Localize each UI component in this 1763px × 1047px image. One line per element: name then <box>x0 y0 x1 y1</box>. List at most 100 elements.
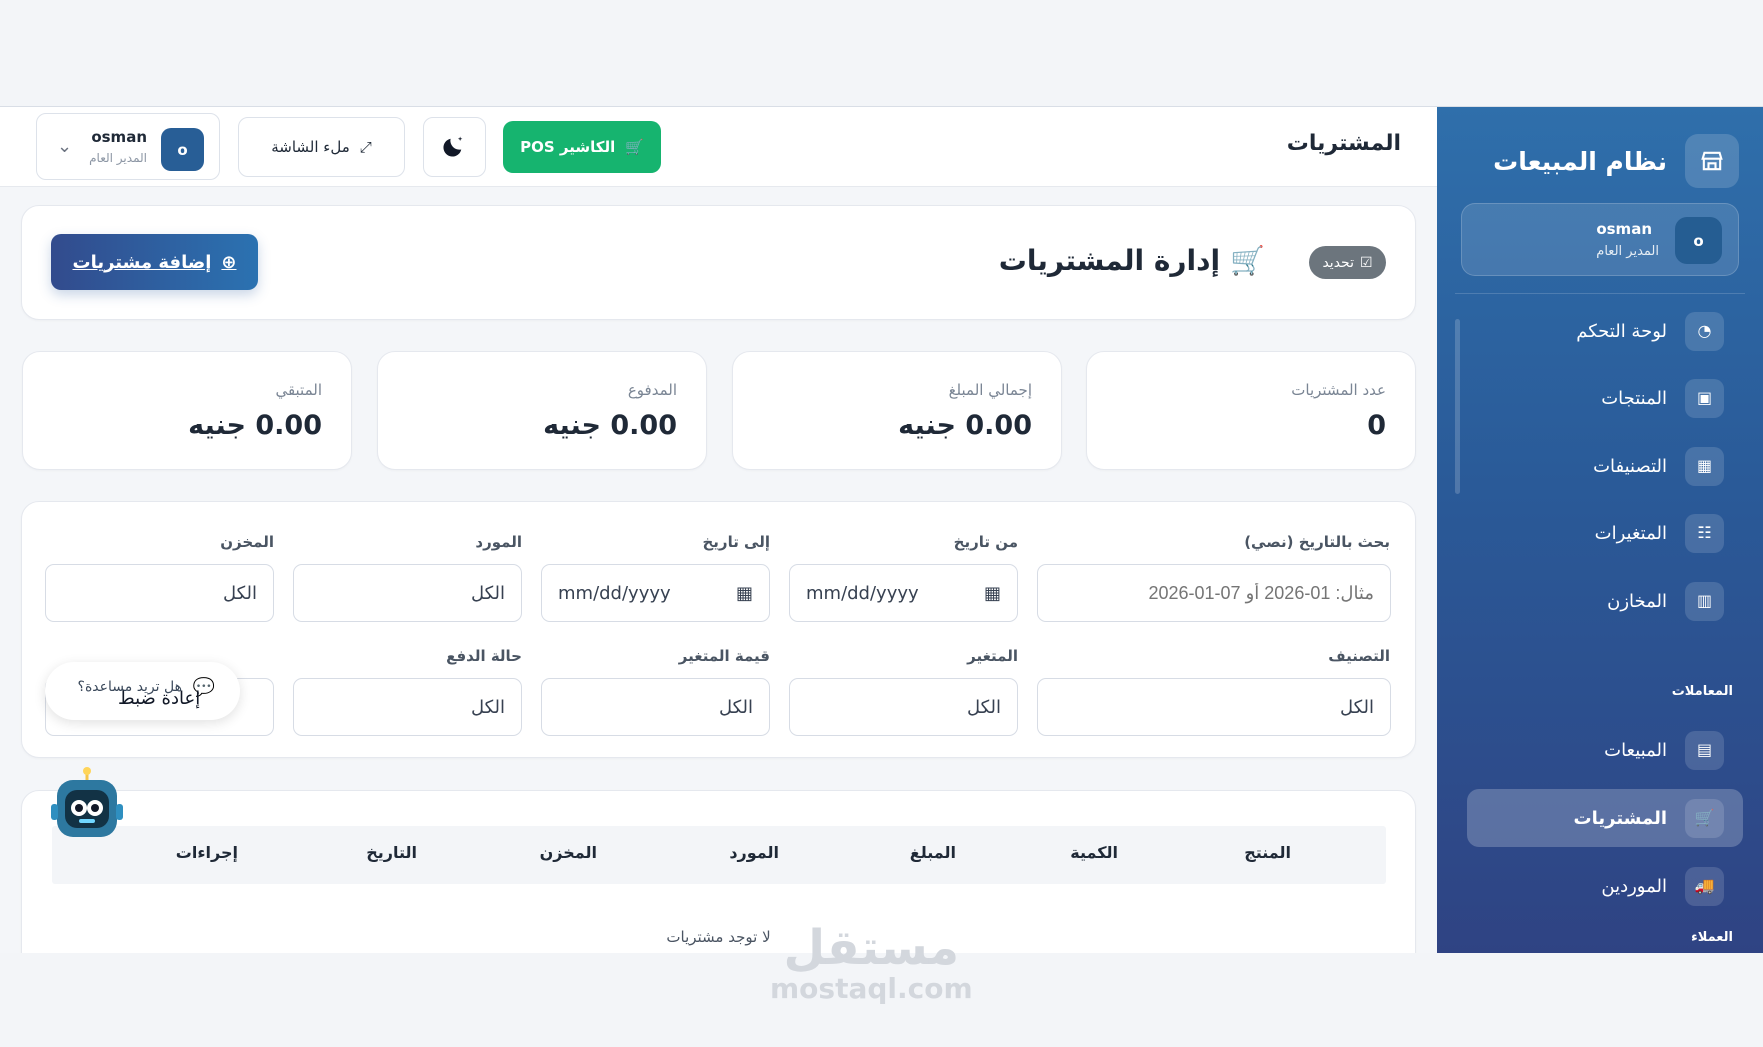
add-purchase-button[interactable]: ⊕ إضافة مشتريات <box>51 234 258 290</box>
watermark: مستقل mostaql.com <box>770 924 973 1003</box>
sidebar-item-dashboard[interactable]: ◔ لوحة التحكم <box>1467 302 1743 360</box>
sidebar-item-label: المخازن <box>1607 590 1667 612</box>
column-header: التاريخ <box>366 843 417 862</box>
sidebar-divider <box>1455 293 1745 294</box>
stat-total-amount: إجمالي المبلغ 0.00 جنيه <box>732 351 1062 470</box>
fullscreen-button[interactable]: ⤢ ملء الشاشة <box>238 117 405 177</box>
sidebar-item-label: المبيعات <box>1604 739 1667 761</box>
chevron-down-icon: ⌄ <box>57 136 73 157</box>
variant-value-select[interactable]: الكل <box>541 678 770 736</box>
category-label: التصنيف <box>1328 647 1390 665</box>
sidebar-user-card[interactable]: o osman المدير العام <box>1461 203 1739 276</box>
sidebar-item-label: لوحة التحكم <box>1576 320 1667 342</box>
from-date-label: من تاريخ <box>953 533 1018 551</box>
stat-remaining: المتبقي 0.00 جنيه <box>22 351 352 470</box>
stat-label: المتبقي <box>275 381 322 399</box>
sidebar-item-label: المشتريات <box>1573 807 1667 829</box>
refresh-label: تحديد <box>1322 254 1354 271</box>
store-icon <box>1685 134 1739 188</box>
brand: نظام المبيعات <box>1493 134 1739 188</box>
fullscreen-label: ملء الشاشة <box>271 138 350 156</box>
variant-value-label: قيمة المتغير <box>678 647 770 665</box>
sidebar-item-label: الموردين <box>1601 875 1667 897</box>
stat-value: 0.00 جنيه <box>543 410 677 441</box>
watermark-arabic: مستقل <box>783 920 960 976</box>
supplier-label: المورد <box>475 533 522 551</box>
user-menu[interactable]: o osman المدير العام ⌄ <box>36 113 220 180</box>
column-header: المورد <box>729 843 779 862</box>
user-name: osman <box>1596 220 1652 238</box>
avatar: o <box>1675 217 1722 264</box>
dashboard-icon: ◔ <box>1685 311 1724 351</box>
robot-assistant-icon[interactable] <box>50 767 124 853</box>
add-purchase-label: إضافة مشتريات <box>72 251 212 273</box>
column-header: المخزن <box>539 843 597 862</box>
column-header: المنتج <box>1244 843 1291 862</box>
sidebar-item-variants[interactable]: ☷ المتغيرات <box>1467 504 1743 562</box>
sidebar-item-warehouses[interactable]: ▥ المخازن <box>1467 572 1743 630</box>
stat-paid: المدفوع 0.00 جنيه <box>377 351 707 470</box>
to-date-field[interactable]: mm/dd/yyyy ▦ <box>541 564 770 622</box>
check-square-icon: ☑ <box>1359 254 1373 271</box>
sidebar-item-purchases[interactable]: 🛒 المشتريات <box>1467 789 1743 847</box>
moon-icon <box>441 132 468 163</box>
sliders-icon: ☷ <box>1685 513 1724 553</box>
cart-plus-icon: 🛒 <box>1230 244 1265 277</box>
user-role: المدير العام <box>1596 244 1659 259</box>
calendar-icon: ▦ <box>983 582 1001 604</box>
plus-circle-icon: ⊕ <box>221 251 237 273</box>
watermark-latin: mostaql.com <box>770 972 973 1005</box>
grid-icon: ▦ <box>1685 446 1724 486</box>
from-date-value: mm/dd/yyyy <box>806 582 919 604</box>
sidebar-item-suppliers[interactable]: 🚚 الموردين <box>1467 857 1743 915</box>
column-header: إجراءات <box>175 843 238 862</box>
calendar-icon: ▦ <box>735 582 753 604</box>
cart-icon: 🛒 <box>625 138 644 156</box>
to-date-value: mm/dd/yyyy <box>558 582 671 604</box>
warehouse-label: المخزن <box>220 533 274 551</box>
stat-value: 0.00 جنيه <box>188 410 322 441</box>
supplier-select[interactable]: الكل <box>293 564 522 622</box>
purchases-table-card: المنتج الكمية المبلغ المورد المخزن التار… <box>21 790 1416 953</box>
column-header: المبلغ <box>909 843 956 862</box>
theme-toggle-button[interactable] <box>423 117 486 177</box>
section-title: 🛒 إدارة المشتريات <box>999 244 1265 277</box>
sidebar-item-sales[interactable]: ▤ المبيعات <box>1467 721 1743 779</box>
sidebar-item-label: التصنيفات <box>1593 455 1667 477</box>
refresh-button[interactable]: ☑ تحديد <box>1309 246 1386 279</box>
variant-select[interactable]: الكل <box>789 678 1018 736</box>
stat-label: إجمالي المبلغ <box>948 381 1032 399</box>
category-select[interactable]: الكل <box>1037 678 1391 736</box>
top-bar: المشتريات 🛒 الكاشير POS ⤢ ملء الشاشة o o… <box>0 107 1437 187</box>
stat-label: عدد المشتريات <box>1291 381 1386 399</box>
variant-label: المتغير <box>967 647 1018 665</box>
sidebar-section-transactions: المعاملات <box>1671 684 1733 699</box>
sidebar-item-products[interactable]: ▣ المنتجات <box>1467 369 1743 427</box>
user-name: osman <box>91 128 147 146</box>
receipt-icon: ▤ <box>1685 730 1724 770</box>
table-header: المنتج الكمية المبلغ المورد المخزن التار… <box>52 826 1386 884</box>
stat-label: المدفوع <box>627 381 677 399</box>
from-date-field[interactable]: mm/dd/yyyy ▦ <box>789 564 1018 622</box>
purchase-management-header: ☑ تحديد 🛒 إدارة المشتريات ⊕ إضافة مشتريا… <box>21 205 1416 320</box>
stat-value: 0.00 جنيه <box>898 410 1032 441</box>
pos-button[interactable]: 🛒 الكاشير POS <box>503 121 661 173</box>
payment-status-select[interactable]: الكل <box>293 678 522 736</box>
payment-status-label: حالة الدفع <box>446 647 522 665</box>
app-title: نظام المبيعات <box>1493 146 1667 176</box>
stat-value: 0 <box>1367 410 1386 441</box>
cart-icon: 🛒 <box>1685 798 1724 838</box>
sidebar: نظام المبيعات o osman المدير العام ◔ لوح… <box>1437 107 1763 953</box>
sidebar-scrollbar[interactable] <box>1455 319 1460 494</box>
warehouse-select[interactable]: الكل <box>45 564 274 622</box>
filters-panel: بحث بالتاريخ (نصي) من تاريخ mm/dd/yyyy ▦… <box>21 501 1416 758</box>
building-icon: ▥ <box>1685 581 1724 621</box>
manage-title-text: إدارة المشتريات <box>998 244 1221 277</box>
sidebar-item-categories[interactable]: ▦ التصنيفات <box>1467 437 1743 495</box>
stat-purchase-count: عدد المشتريات 0 <box>1086 351 1416 470</box>
date-search-input[interactable] <box>1037 564 1391 622</box>
empty-state: لا توجد مشتريات <box>666 928 771 946</box>
reset-label: إعادة ضبط <box>118 688 201 709</box>
date-search-label: بحث بالتاريخ (نصي) <box>1244 533 1390 551</box>
to-date-label: إلى تاريخ <box>702 533 770 551</box>
